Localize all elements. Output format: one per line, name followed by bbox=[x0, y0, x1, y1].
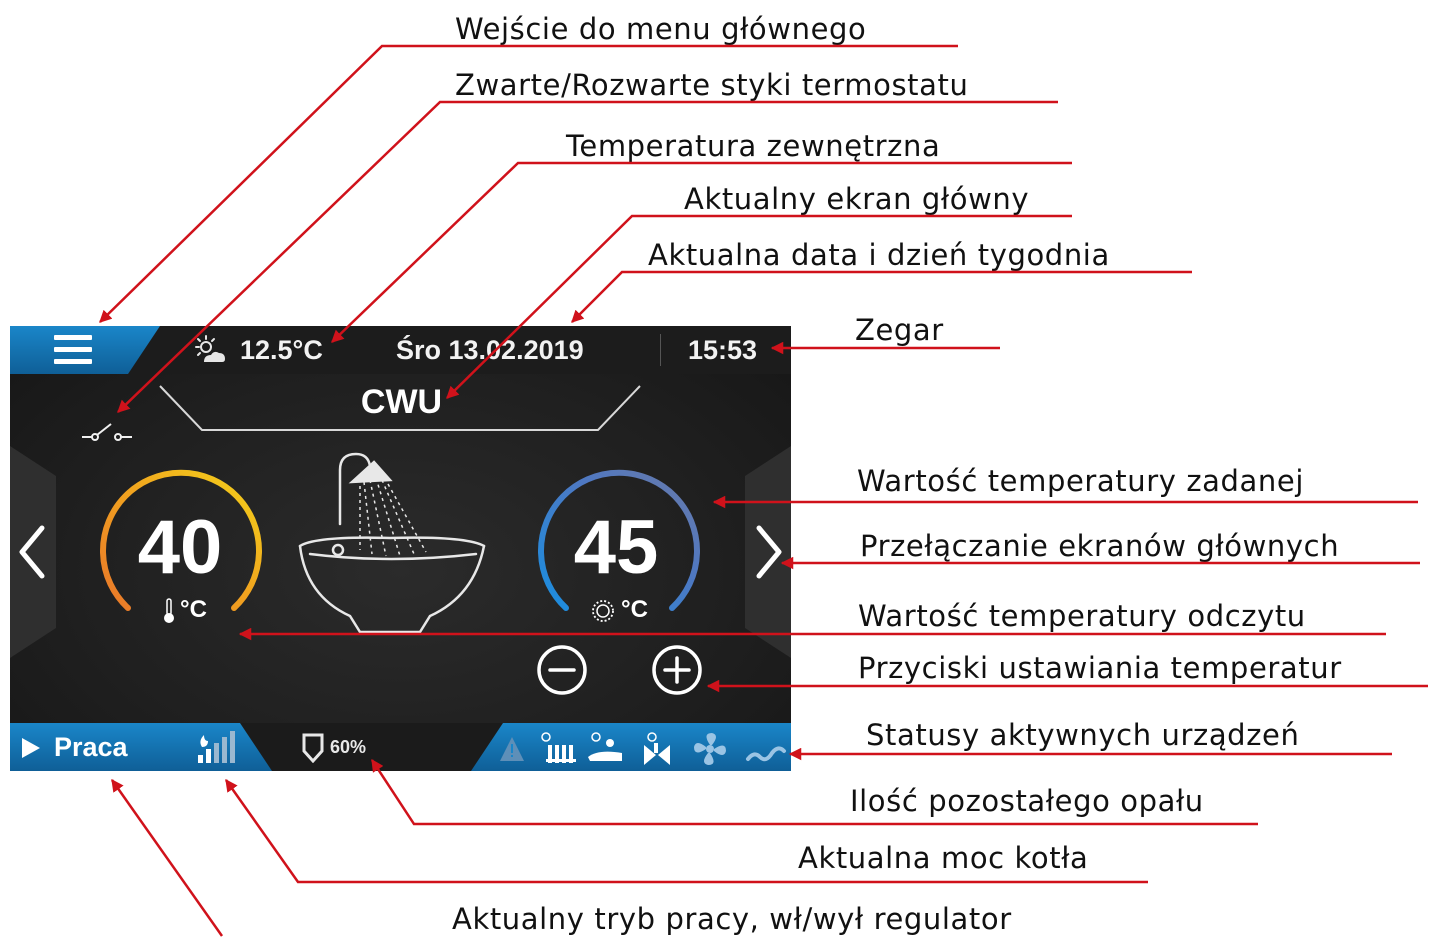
read-temperature-unit: °C bbox=[180, 596, 207, 623]
thermometer-icon bbox=[164, 598, 174, 623]
fuel-hopper-icon bbox=[302, 733, 324, 763]
menu-hamburger-icon[interactable] bbox=[54, 335, 92, 365]
hot-water-pump-icon bbox=[588, 732, 622, 761]
device-status-icons bbox=[500, 732, 786, 765]
fan-icon bbox=[694, 733, 726, 765]
mixing-valve-icon bbox=[644, 732, 670, 765]
callout-set-temp: Wartość temperatury zadanej bbox=[857, 464, 1305, 498]
bathtub-shower-icon bbox=[298, 452, 486, 634]
leader-work-mode bbox=[110, 778, 224, 937]
callout-temp-buttons: Przyciski ustawiania temperatur bbox=[858, 651, 1342, 685]
current-screen-title: CWU bbox=[360, 383, 443, 421]
callout-current-screen: Aktualny ekran główny bbox=[684, 182, 1030, 216]
next-screen-button[interactable] bbox=[745, 446, 791, 658]
increase-temperature-button[interactable] bbox=[651, 644, 703, 696]
status-bar: Praca 60% bbox=[10, 723, 791, 771]
radiator-pump-icon bbox=[541, 732, 576, 763]
callout-work-mode: Aktualny tryb pracy, wł/wył regulator bbox=[452, 902, 1012, 936]
fuel-level: 60% bbox=[330, 737, 367, 757]
set-temperature-value: 45 bbox=[573, 505, 659, 590]
outdoor-temperature: 12.5°C bbox=[240, 335, 323, 365]
thermostat-contact-icon bbox=[82, 423, 132, 441]
top-bar: 12.5°C Śro 13.02.2019 15:53 bbox=[10, 326, 791, 374]
weather-icon bbox=[195, 335, 225, 362]
chevron-left-icon bbox=[19, 525, 45, 579]
callout-read-temp: Wartość temperatury odczytu bbox=[858, 599, 1306, 633]
callout-clock: Zegar bbox=[855, 313, 944, 347]
clock: 15:53 bbox=[688, 335, 758, 365]
callout-switch-screens: Przełączanie ekranów głównych bbox=[860, 529, 1340, 563]
feeder-icon bbox=[746, 746, 786, 762]
set-temperature-unit: °C bbox=[621, 596, 648, 623]
callout-boiler-power: Aktualna moc kotła bbox=[798, 841, 1089, 875]
callout-outdoor-temp: Temperatura zewnętrzna bbox=[566, 129, 941, 163]
alarm-icon bbox=[500, 737, 524, 761]
topbar-divider bbox=[660, 334, 661, 366]
play-icon[interactable] bbox=[20, 737, 42, 759]
callout-thermostat: Zwarte/Rozwarte styki termostatu bbox=[455, 68, 969, 102]
callout-date: Aktualna data i dzień tygodnia bbox=[648, 238, 1110, 272]
chevron-right-icon bbox=[756, 525, 782, 579]
previous-screen-button[interactable] bbox=[10, 446, 56, 658]
boiler-power-icon bbox=[198, 731, 235, 763]
date-weekday: Śro 13.02.2019 bbox=[396, 335, 584, 365]
callout-menu: Wejście do menu głównego bbox=[455, 12, 867, 46]
setpoint-dial-icon bbox=[592, 600, 614, 622]
callout-device-status: Statusy aktywnych urządzeń bbox=[866, 718, 1300, 752]
decrease-temperature-button[interactable] bbox=[536, 644, 588, 696]
callout-fuel: Ilość pozostałego opału bbox=[850, 784, 1204, 818]
work-mode[interactable]: Praca bbox=[54, 729, 128, 765]
read-temperature-value: 40 bbox=[137, 505, 223, 590]
controller-screen: 12.5°C Śro 13.02.2019 15:53 CWU 40 °C 45… bbox=[10, 326, 791, 771]
